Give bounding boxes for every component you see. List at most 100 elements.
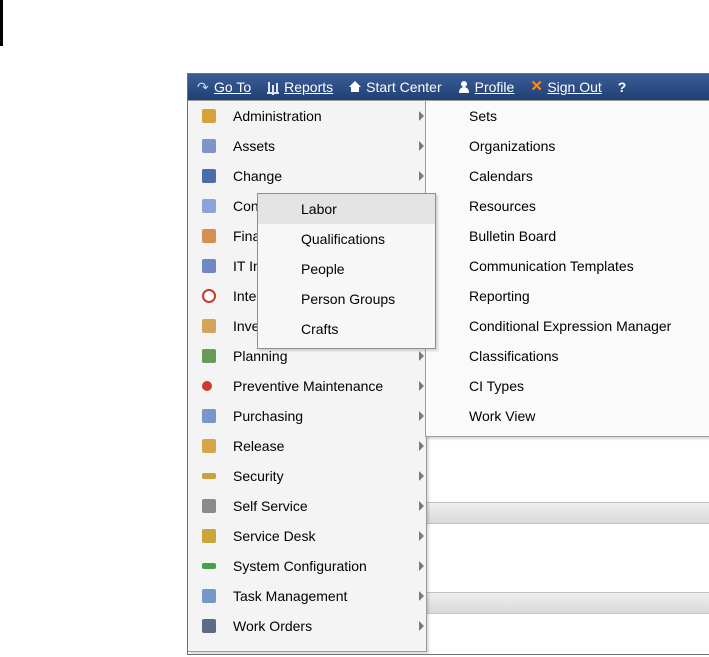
menu-item-task-management[interactable]: Task Management (188, 581, 426, 611)
submenu-arrow-icon (419, 531, 424, 541)
purchasing-icon (202, 409, 216, 423)
submenu-arrow-icon (419, 471, 424, 481)
submenu-item-label: CI Types (469, 378, 524, 394)
integration-icon (202, 289, 216, 303)
assets-icon (202, 139, 216, 153)
submenu-item-bulletin-board[interactable]: Bulletin Board (426, 221, 709, 251)
go-to-arrow-icon: ↷ (197, 79, 209, 95)
submenu-arrow-icon (419, 171, 424, 181)
menu-item-label: Release (233, 438, 285, 454)
menu-item-label: Planning (233, 348, 288, 364)
administration-submenu: Sets Organizations Calendars Resources B… (425, 100, 709, 437)
go-to-menu[interactable]: ↷ Go To (188, 74, 258, 100)
submenu-item-label: Reporting (469, 288, 530, 304)
administration-icon (202, 109, 216, 123)
submenu-item-labor[interactable]: Labor (258, 194, 435, 224)
menu-item-label: Change (233, 168, 283, 184)
submenu-item-label: Resources (469, 198, 536, 214)
submenu-item-label: Classifications (469, 348, 559, 364)
start-center-link[interactable]: Start Center (340, 74, 448, 100)
financial-icon (202, 229, 216, 243)
submenu-arrow-icon (419, 591, 424, 601)
submenu-item-label: Sets (469, 108, 498, 124)
submenu-item-label: Organizations (469, 138, 556, 154)
submenu-arrow-icon (419, 621, 424, 631)
menu-item-system-configuration[interactable]: System Configuration (188, 551, 426, 581)
contracts-icon (202, 199, 216, 213)
menu-item-administration[interactable]: Administration (188, 101, 426, 131)
menu-item-label: Work Orders (233, 618, 313, 634)
submenu-arrow-icon (419, 351, 424, 361)
menu-item-self-service[interactable]: Self Service (188, 491, 426, 521)
submenu-item-label: Bulletin Board (469, 228, 557, 244)
menu-item-label: Con (233, 198, 259, 214)
resources-submenu: Labor Qualifications People Person Group… (257, 193, 436, 349)
submenu-arrow-icon (419, 561, 424, 571)
submenu-item-communication-templates[interactable]: Communication Templates (426, 251, 709, 281)
reports-menu[interactable]: Reports (258, 74, 340, 100)
submenu-item-calendars[interactable]: Calendars (426, 161, 709, 191)
home-icon (349, 81, 362, 92)
service-desk-icon (202, 529, 216, 543)
submenu-arrow-icon (419, 111, 424, 121)
menu-item-release[interactable]: Release (188, 431, 426, 461)
app-frame: ↷ Go To Reports Start Center Profile ✕ S… (187, 73, 709, 655)
menu-item-label: Purchasing (233, 408, 304, 424)
reports-chart-icon (267, 80, 280, 94)
sign-out-link[interactable]: ✕ Sign Out (521, 74, 608, 100)
profile-menu[interactable]: Profile (449, 74, 522, 100)
start-center-label: Start Center (366, 79, 442, 95)
submenu-item-label: Labor (301, 201, 337, 217)
menu-item-security[interactable]: Security (188, 461, 426, 491)
submenu-item-resources[interactable]: Resources (426, 191, 709, 221)
menu-item-work-orders[interactable]: Work Orders (188, 611, 426, 641)
submenu-item-sets[interactable]: Sets (426, 101, 709, 131)
reports-label: Reports (284, 79, 334, 95)
submenu-item-person-groups[interactable]: Person Groups (258, 284, 435, 314)
go-to-label: Go To (214, 79, 252, 95)
menu-item-label: Security (233, 468, 284, 484)
self-service-icon (202, 499, 216, 513)
menu-item-purchasing[interactable]: Purchasing (188, 401, 426, 431)
go-to-dropdown-menu: Administration Assets Change Con Fina IT… (188, 100, 427, 652)
help-icon: ? (617, 79, 627, 95)
menu-item-label: Administration (233, 108, 322, 124)
menu-item-label: Preventive Maintenance (233, 378, 384, 394)
submenu-item-conditional-expression-manager[interactable]: Conditional Expression Manager (426, 311, 709, 341)
menu-item-label: Inve (233, 318, 260, 334)
menu-item-label: Inte (233, 288, 257, 304)
left-edge-marker (0, 0, 3, 46)
submenu-item-classifications[interactable]: Classifications (426, 341, 709, 371)
profile-label: Profile (474, 79, 515, 95)
submenu-item-organizations[interactable]: Organizations (426, 131, 709, 161)
submenu-item-qualifications[interactable]: Qualifications (258, 224, 435, 254)
submenu-item-ci-types[interactable]: CI Types (426, 371, 709, 401)
submenu-item-label: People (301, 261, 345, 277)
inventory-icon (202, 319, 216, 333)
work-orders-icon (202, 619, 216, 633)
menu-item-label: Assets (233, 138, 276, 154)
person-icon (458, 81, 470, 93)
submenu-item-label: Conditional Expression Manager (469, 318, 672, 334)
submenu-arrow-icon (419, 441, 424, 451)
submenu-arrow-icon (419, 501, 424, 511)
submenu-item-label: Communication Templates (469, 258, 634, 274)
background-section-header (427, 592, 709, 614)
menu-item-assets[interactable]: Assets (188, 131, 426, 161)
menu-item-preventive-maintenance[interactable]: Preventive Maintenance (188, 371, 426, 401)
sign-out-label: Sign Out (547, 79, 602, 95)
submenu-item-people[interactable]: People (258, 254, 435, 284)
help-link[interactable]: ? (609, 74, 634, 100)
preventive-maintenance-icon (202, 381, 212, 391)
menu-item-service-desk[interactable]: Service Desk (188, 521, 426, 551)
menu-item-label: Service Desk (233, 528, 316, 544)
task-management-icon (202, 589, 216, 603)
menu-item-change[interactable]: Change (188, 161, 426, 191)
submenu-item-label: Person Groups (301, 291, 396, 307)
submenu-item-reporting[interactable]: Reporting (426, 281, 709, 311)
submenu-item-crafts[interactable]: Crafts (258, 314, 435, 344)
submenu-arrow-icon (419, 381, 424, 391)
close-x-icon: ✕ (530, 78, 543, 95)
submenu-item-work-view[interactable]: Work View (426, 401, 709, 431)
menu-item-label: Self Service (233, 498, 308, 514)
